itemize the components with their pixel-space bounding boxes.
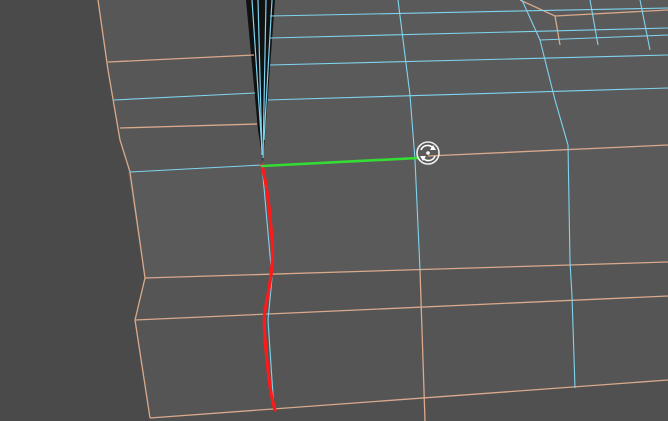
3d-viewport[interactable] (0, 0, 668, 421)
mesh-view[interactable] (0, 0, 668, 421)
